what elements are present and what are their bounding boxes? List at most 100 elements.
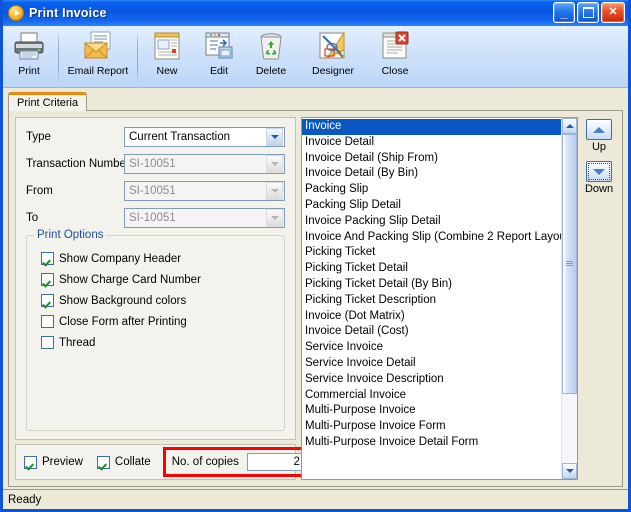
report-list-item[interactable]: Packing Slip: [302, 182, 561, 198]
toolbar-button-designer[interactable]: Designer: [297, 26, 369, 87]
tab-strip: Print Criteria: [8, 92, 623, 111]
report-list-item[interactable]: Invoice Detail (Cost): [302, 324, 561, 340]
report-list-item[interactable]: Invoice: [302, 119, 561, 135]
checkbox-row-show-charge-card-number[interactable]: Show Charge Card Number: [41, 269, 276, 290]
checkbox-row-preview[interactable]: Preview: [24, 452, 83, 473]
copies-input[interactable]: [246, 453, 305, 471]
report-list-item[interactable]: Service Invoice Detail: [302, 356, 561, 372]
type-combobox[interactable]: Current Transaction: [124, 127, 285, 147]
toolbar-label: Edit: [209, 65, 229, 77]
toolbar-separator: [137, 30, 138, 83]
scrollbar-grip: [566, 260, 573, 267]
checkbox-preview[interactable]: [24, 455, 37, 469]
output-options-bar: Preview Collate No. of copies: [15, 444, 314, 480]
report-list-item[interactable]: Invoice And Packing Slip (Combine 2 Repo…: [302, 230, 561, 246]
scroll-down-button[interactable]: [562, 463, 577, 479]
report-list-item[interactable]: Multi-Purpose Invoice Form: [302, 419, 561, 435]
toolbar-button-delete[interactable]: Delete: [245, 26, 297, 87]
toolbar-button-print[interactable]: Print: [3, 26, 55, 87]
status-bar: Ready: [3, 489, 628, 509]
toolbar-separator: [58, 30, 59, 83]
combobox-value: Current Transaction: [129, 131, 230, 143]
report-list-item[interactable]: Packing Slip Detail: [302, 198, 561, 214]
print-options-title: Print Options: [34, 229, 107, 241]
to-combobox[interactable]: SI-10051: [124, 208, 285, 228]
chevron-down-icon[interactable]: [266, 128, 283, 146]
checkbox-row-collate[interactable]: Collate: [96, 452, 151, 473]
envelope-icon: [83, 31, 111, 59]
field-label: Transaction Number: [26, 158, 130, 170]
design-tools-icon: [319, 31, 345, 60]
new-document-icon: [154, 32, 180, 60]
checkbox-row-show-background-colors[interactable]: Show Background colors: [41, 290, 276, 311]
print-options-group: Print Options Show Company Header Show C…: [26, 229, 285, 431]
toolbar-button-email-report[interactable]: Email Report: [62, 26, 134, 87]
transaction-number-combobox[interactable]: SI-10051: [124, 154, 285, 174]
checkbox-close-form-after-printing[interactable]: [41, 315, 54, 328]
toolbar-button-new[interactable]: New: [141, 26, 193, 87]
report-list-item[interactable]: Service Invoice Description: [302, 372, 561, 388]
client-area: Print Criteria Type Current Transaction …: [3, 88, 628, 489]
report-list-items: Invoice Invoice Detail Invoice Detail (Shi…: [302, 118, 561, 479]
arrow-down-icon: [593, 168, 605, 175]
checkbox-row-thread[interactable]: Thread: [41, 332, 276, 353]
checkbox-show-charge-card-number[interactable]: [41, 273, 54, 286]
checkbox-label: Preview: [42, 456, 83, 468]
printer-icon: [14, 32, 44, 60]
close-button[interactable]: ✕: [601, 2, 625, 23]
copies-label: No. of copies: [171, 456, 239, 468]
move-down-label: Down: [584, 183, 614, 195]
status-text: Ready: [8, 493, 42, 506]
criteria-column: Type Current Transaction Transaction Num…: [15, 117, 314, 480]
report-list-item[interactable]: Multi-Purpose Invoice Detail Form: [302, 435, 561, 451]
chevron-down-icon[interactable]: [266, 182, 283, 200]
report-list-item[interactable]: Invoice (Dot Matrix): [302, 309, 561, 325]
report-list-scrollbar[interactable]: [561, 118, 577, 479]
chevron-down-icon[interactable]: [266, 209, 283, 227]
tab-label: Print Criteria: [17, 97, 79, 109]
scrollbar-track[interactable]: [562, 134, 577, 463]
report-list-item[interactable]: Invoice Detail (By Bin): [302, 166, 561, 182]
maximize-button[interactable]: [577, 2, 599, 23]
report-list-item[interactable]: Service Invoice: [302, 340, 561, 356]
from-combobox[interactable]: SI-10051: [124, 181, 285, 201]
report-list-item[interactable]: Invoice Detail: [302, 135, 561, 151]
checkbox-row-show-company-header[interactable]: Show Company Header: [41, 248, 276, 269]
window-controls: _ ✕: [553, 2, 625, 23]
report-list-item[interactable]: Multi-Purpose Invoice: [302, 403, 561, 419]
combobox-value: SI-10051: [129, 158, 176, 170]
report-list-item[interactable]: Picking Ticket Detail: [302, 261, 561, 277]
checkbox-thread[interactable]: [41, 336, 54, 349]
report-list-item[interactable]: Picking Ticket Description: [302, 293, 561, 309]
field-label: Type: [26, 131, 51, 143]
scrollbar-thumb[interactable]: [562, 134, 577, 394]
checkbox-label: Close Form after Printing: [59, 315, 187, 328]
report-list-item[interactable]: Picking Ticket Detail (By Bin): [302, 277, 561, 293]
toolbar-button-close[interactable]: Close: [369, 26, 421, 87]
checkbox-show-background-colors[interactable]: [41, 294, 54, 307]
report-list-item[interactable]: Invoice Detail (Ship From): [302, 151, 561, 167]
toolbar-label: New: [156, 65, 178, 77]
arrow-up-icon: [593, 126, 605, 133]
checkbox-collate[interactable]: [96, 455, 110, 469]
checkbox-label: Thread: [59, 336, 96, 349]
report-list-item[interactable]: Invoice Packing Slip Detail: [302, 214, 561, 230]
field-label: From: [26, 185, 53, 197]
checkbox-row-close-form-after-printing[interactable]: Close Form after Printing: [41, 311, 276, 332]
toolbar-button-edit[interactable]: Edit: [193, 26, 245, 87]
move-down-button[interactable]: [586, 161, 612, 182]
tab-page-print-criteria: Type Current Transaction Transaction Num…: [8, 110, 623, 487]
move-up-button[interactable]: [586, 119, 612, 140]
toolbar-label: Close: [381, 65, 409, 77]
report-listbox[interactable]: Invoice Invoice Detail Invoice Detail (Shi…: [301, 117, 578, 480]
report-list-item[interactable]: Picking Ticket: [302, 245, 561, 261]
scroll-up-button[interactable]: [562, 118, 577, 134]
minimize-button[interactable]: _: [553, 2, 575, 23]
report-list-item[interactable]: Commercial Invoice: [302, 388, 561, 404]
chevron-down-icon[interactable]: [266, 155, 283, 173]
toolbar-label: Designer: [311, 65, 355, 77]
title-bar: Print Invoice _ ✕: [3, 0, 628, 26]
tab-print-criteria[interactable]: Print Criteria: [8, 92, 88, 111]
checkbox-show-company-header[interactable]: [41, 252, 54, 265]
field-row-transaction-number: Transaction Number SI-10051: [26, 153, 285, 175]
